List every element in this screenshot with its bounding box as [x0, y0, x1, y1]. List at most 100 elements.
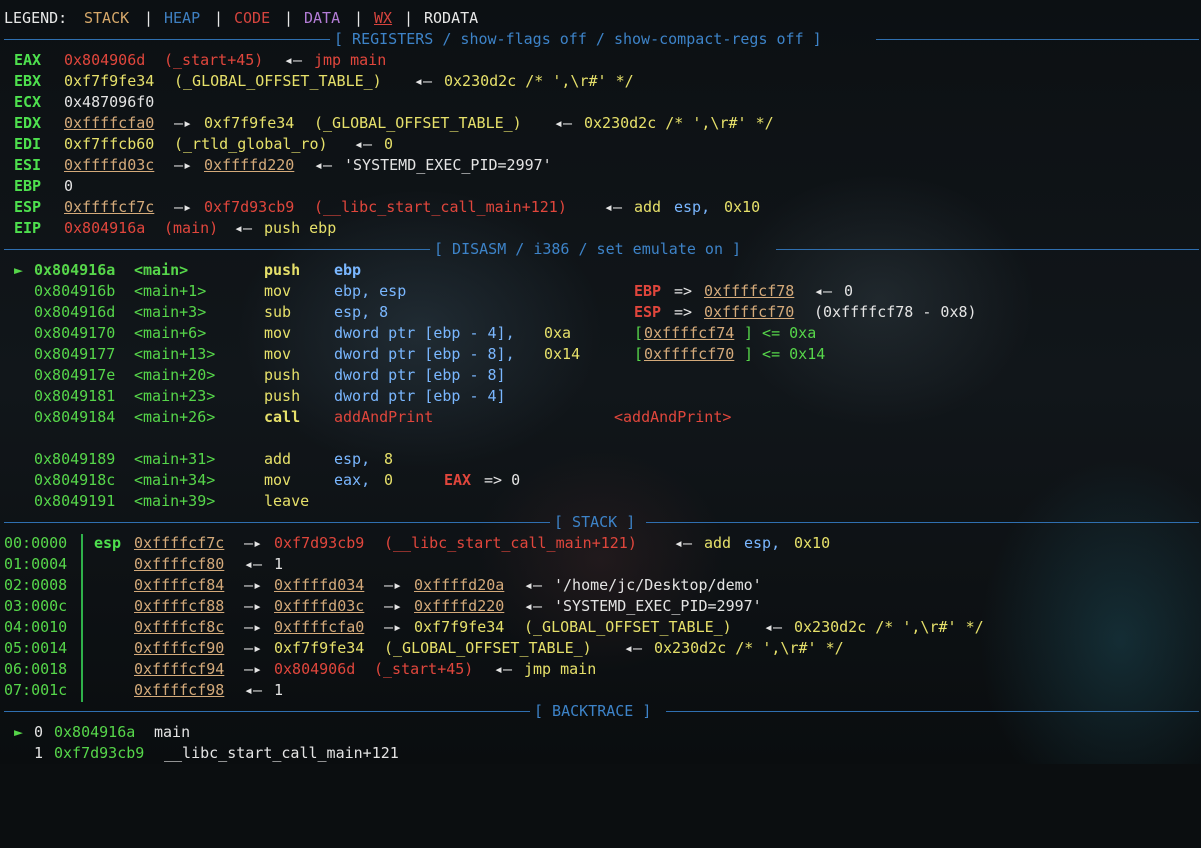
backtrace-row[interactable]: 1 0xf7d93cb9 __libc_start_call_main+121 — [0, 743, 1201, 764]
disasm-row[interactable]: 0x804916d <main+3> sub esp, 8 ESP => 0xf… — [0, 302, 1201, 323]
stack-row[interactable]: 03:000c 0xffffcf88 —▸ 0xffffd03c —▸ 0xff… — [0, 596, 1201, 617]
register-row-ebx[interactable]: EBX 0xf7f9fe34 (_GLOBAL_OFFSET_TABLE_) ◂… — [0, 71, 1201, 92]
register-value[interactable]: 0xf7ffcb60 — [64, 134, 154, 155]
register-row-edi[interactable]: EDI 0xf7ffcb60 (_rtld_global_ro) ◂— 0 — [0, 134, 1201, 155]
disasm-row[interactable]: 0x804918c <main+34> mov eax, 0 EAX => 0 — [0, 470, 1201, 491]
stack-header-title: [ STACK ] — [554, 513, 636, 531]
register-row-ecx[interactable]: ECX 0x487096f0 — [0, 92, 1201, 113]
stack-pointer[interactable]: 0xffffd220 — [414, 596, 504, 617]
stack-address[interactable]: 0xffffcf80 — [134, 554, 224, 575]
stack-pointer[interactable]: 0xffffd034 — [274, 575, 364, 596]
legend-sep: | — [404, 9, 414, 27]
stack-index: 01:0004 — [4, 555, 68, 573]
stack-arrow: ◂— — [494, 660, 513, 678]
register-row-esp[interactable]: ESP 0xffffcf7c —▸ 0xf7d93cb9 (__libc_sta… — [0, 197, 1201, 218]
stack-row[interactable]: 01:0004 0xffffcf80 ◂— 1 — [0, 554, 1201, 575]
register-value[interactable]: 0x804916a — [64, 218, 145, 239]
terminal-window[interactable]: LEGEND: STACK | HEAP | CODE | DATA | WX … — [0, 0, 1201, 764]
stack-value: 1 — [274, 555, 284, 573]
stack-address[interactable]: 0xffffcf8c — [134, 617, 224, 638]
register-value[interactable]: 0xffffcf7c — [64, 197, 154, 218]
emulate-bracket: [ — [634, 324, 644, 342]
stack-instruction: 0x10 — [794, 534, 831, 552]
disasm-row[interactable]: 0x8049181 <main+23> push dword ptr [ebp … — [0, 386, 1201, 407]
disasm-address[interactable]: 0x8049191 — [34, 491, 115, 512]
register-row-edx[interactable]: EDX 0xffffcfa0 —▸ 0xf7f9fe34 (_GLOBAL_OF… — [0, 113, 1201, 134]
disasm-row[interactable]: 0x804917e <main+20> push dword ptr [ebp … — [0, 365, 1201, 386]
disasm-row[interactable]: 0x8049191 <main+39> leave — [0, 491, 1201, 512]
register-value[interactable]: 0xffffcfa0 — [64, 113, 154, 134]
disasm-address[interactable]: 0x8049189 — [34, 449, 115, 470]
legend-stack: STACK — [84, 9, 130, 27]
register-string: 'SYSTEMD_EXEC_PID=2997' — [344, 156, 552, 174]
disasm-address[interactable]: 0x804917e — [34, 365, 115, 386]
emulate-address[interactable]: 0xffffcf70 — [644, 344, 734, 365]
register-value[interactable]: 0 — [64, 176, 73, 197]
stack-pointer: 0xf7f9fe34 — [414, 618, 505, 636]
disasm-row-current[interactable]: ► 0x804916a <main> push ebp — [0, 260, 1201, 281]
emulate-value: ] <= 0x14 — [744, 345, 826, 363]
stack-address[interactable]: 0xffffcf98 — [134, 680, 224, 701]
stack-address[interactable]: 0xffffcf7c — [134, 533, 224, 554]
register-value[interactable]: 0x487096f0 — [64, 92, 154, 113]
disasm-address[interactable]: 0x8049170 — [34, 323, 115, 344]
stack-arrow: ◂— — [764, 618, 783, 636]
disasm-operands: dword ptr [ebp - 4], — [334, 324, 524, 342]
disasm-operands: eax, — [334, 471, 380, 489]
register-value[interactable]: 0xffffd03c — [64, 155, 154, 176]
disasm-mnemonic: leave — [264, 492, 310, 510]
emulate-call-target: <addAndPrint> — [614, 408, 732, 426]
register-name: ECX — [14, 93, 42, 111]
stack-row[interactable]: 02:0008 0xffffcf84 —▸ 0xffffd034 —▸ 0xff… — [0, 575, 1201, 596]
stack-pointer[interactable]: 0xffffcfa0 — [274, 617, 364, 638]
stack-pointer[interactable]: 0xffffd20a — [414, 575, 504, 596]
disasm-mnemonic: add — [264, 450, 292, 468]
frame-address[interactable]: 0x804916a — [54, 722, 135, 743]
disasm-mnemonic: push — [264, 387, 301, 405]
disasm-row[interactable]: 0x8049170 <main+6> mov dword ptr [ebp - … — [0, 323, 1201, 344]
register-row-eip[interactable]: EIP 0x804916a (main) ◂— push ebp — [0, 218, 1201, 239]
disasm-row[interactable]: 0x8049177 <main+13> mov dword ptr [ebp -… — [0, 344, 1201, 365]
stack-address[interactable]: 0xffffcf88 — [134, 596, 224, 617]
stack-address[interactable]: 0xffffcf84 — [134, 575, 224, 596]
disasm-address[interactable]: 0x804918c — [34, 470, 115, 491]
register-row-eax[interactable]: EAX 0x804906d (_start+45) ◂— jmp main — [0, 50, 1201, 71]
current-frame-marker-icon: ► — [14, 723, 24, 741]
emulate-address[interactable]: 0xffffcf74 — [644, 323, 734, 344]
stack-pointer[interactable]: 0xffffd03c — [274, 596, 364, 617]
disasm-row[interactable]: 0x8049184 <main+26> call addAndPrint <ad… — [0, 407, 1201, 428]
frame-address[interactable]: 0xf7d93cb9 — [54, 743, 144, 764]
stack-string: '/home/jc/Desktop/demo' — [554, 576, 762, 594]
emulate-address[interactable]: 0xffffcf70 — [704, 302, 794, 323]
emulate-address[interactable]: 0xffffcf78 — [704, 281, 794, 302]
register-arrow: ◂— — [234, 219, 253, 237]
register-deref-value: 0x230d2c /* ',\r#' */ — [444, 72, 634, 90]
disasm-address[interactable]: 0x8049184 — [34, 407, 115, 428]
stack-row[interactable]: 07:001c 0xffffcf98 ◂— 1 — [0, 680, 1201, 701]
disasm-address[interactable]: 0x8049177 — [34, 344, 115, 365]
stack-row[interactable]: 06:0018 0xffffcf94 —▸ 0x804906d (_start+… — [0, 659, 1201, 680]
register-name: EDX — [14, 114, 42, 132]
disasm-address[interactable]: 0x804916b — [34, 281, 115, 302]
disasm-row[interactable]: 0x804916b <main+1> mov ebp, esp EBP => 0… — [0, 281, 1201, 302]
backtrace-row[interactable]: ► 0 0x804916a main — [0, 722, 1201, 743]
header-rule — [4, 711, 530, 712]
stack-address[interactable]: 0xffffcf90 — [134, 638, 224, 659]
stack-row[interactable]: 05:0014 0xffffcf90 —▸ 0xf7f9fe34 (_GLOBA… — [0, 638, 1201, 659]
disasm-address[interactable]: 0x804916a — [34, 260, 115, 281]
stack-arrow: —▸ — [244, 597, 263, 615]
register-row-esi[interactable]: ESI 0xffffd03c —▸ 0xffffd220 ◂— 'SYSTEMD… — [0, 155, 1201, 176]
register-pointer[interactable]: 0xffffd220 — [204, 155, 294, 176]
register-value[interactable]: 0x804906d — [64, 50, 145, 71]
stack-address[interactable]: 0xffffcf94 — [134, 659, 224, 680]
disasm-row[interactable]: 0x8049189 <main+31> add esp, 8 — [0, 449, 1201, 470]
register-row-ebp[interactable]: EBP 0 — [0, 176, 1201, 197]
stack-row[interactable]: 00:0000 esp 0xffffcf7c —▸ 0xf7d93cb9 (__… — [0, 533, 1201, 554]
emulate-arrow: ◂— — [814, 282, 833, 300]
disasm-call-target[interactable]: addAndPrint — [334, 407, 433, 428]
stack-row[interactable]: 04:0010 0xffffcf8c —▸ 0xffffcfa0 —▸ 0xf7… — [0, 617, 1201, 638]
register-value[interactable]: 0xf7f9fe34 — [64, 71, 154, 92]
disasm-address[interactable]: 0x8049181 — [34, 386, 115, 407]
register-arrow: —▸ — [174, 198, 193, 216]
disasm-address[interactable]: 0x804916d — [34, 302, 115, 323]
